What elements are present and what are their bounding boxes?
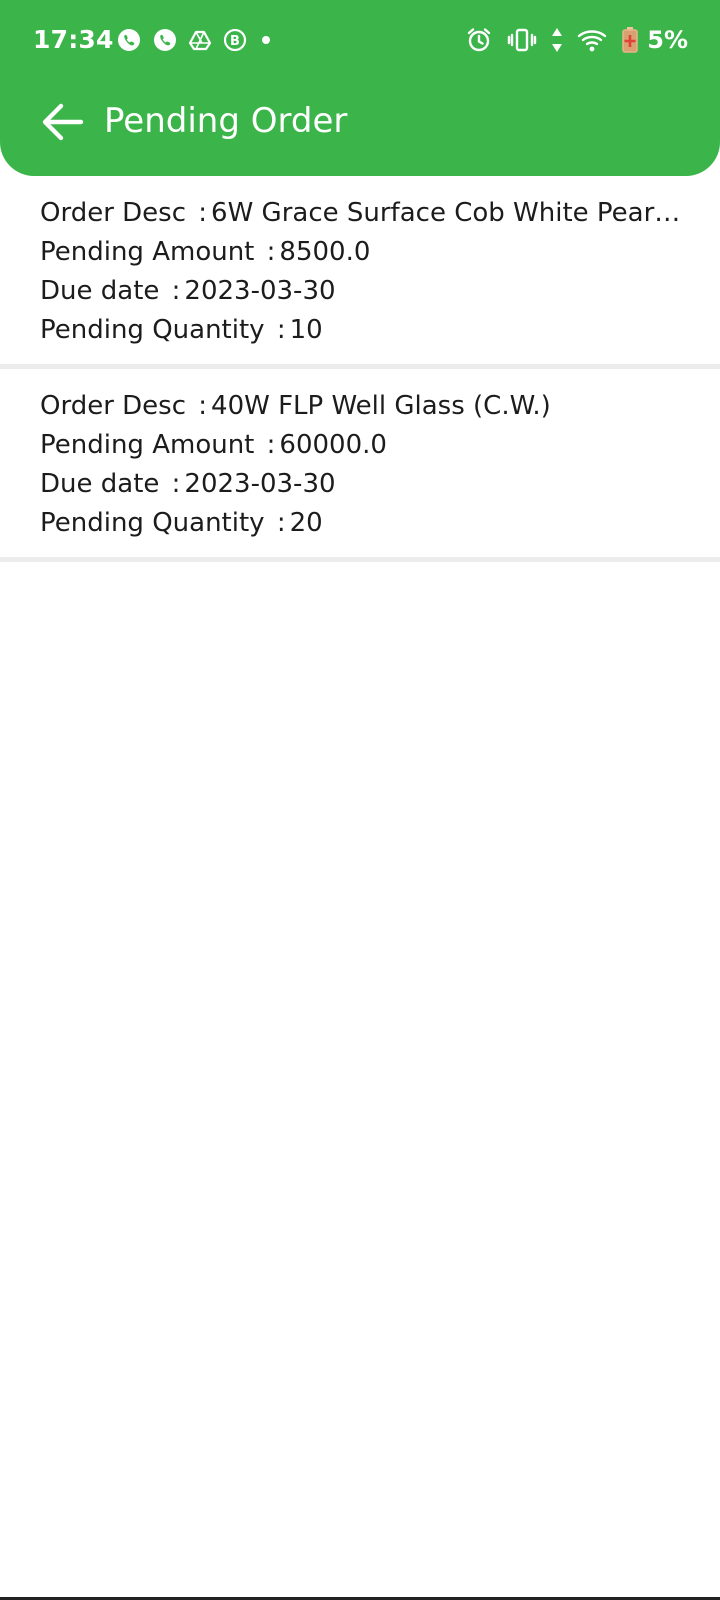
dot-icon [258, 32, 274, 48]
drive-icon [188, 28, 212, 52]
due-date-value: 2023-03-30 [184, 276, 336, 306]
notification-icons: B [116, 26, 274, 54]
page-title: Pending Order [104, 101, 348, 141]
pending-amount-label: Pending Amount [40, 237, 255, 267]
status-time: 17:34 [33, 25, 114, 54]
data-arrows-icon [551, 27, 563, 53]
pending-quantity-row: Pending Quantity :20 [40, 504, 682, 543]
pending-quantity-label: Pending Quantity [40, 508, 265, 538]
pending-amount-label: Pending Amount [40, 430, 255, 460]
separator: : [266, 237, 276, 267]
separator: : [276, 315, 286, 345]
arrow-left-icon [39, 99, 85, 145]
separator: : [276, 508, 286, 538]
pending-quantity-label: Pending Quantity [40, 315, 265, 345]
pending-amount-value: 60000.0 [279, 430, 387, 460]
separator: : [266, 430, 276, 460]
pending-amount-row: Pending Amount :60000.0 [40, 426, 682, 465]
due-date-label: Due date [40, 276, 160, 306]
alarm-icon [465, 26, 493, 54]
svg-text:B: B [230, 34, 240, 49]
due-date-row: Due date :2023-03-30 [40, 272, 682, 311]
battery-low-icon [621, 26, 639, 54]
back-button[interactable] [30, 90, 94, 154]
pending-quantity-row: Pending Quantity :10 [40, 311, 682, 350]
order-desc-value: 40W FLP Well Glass (C.W.) [211, 391, 551, 421]
order-desc-row: Order Desc :6W Grace Surface Cob White P… [40, 194, 682, 233]
pending-quantity-value: 20 [289, 508, 323, 538]
order-card[interactable]: Order Desc :40W FLP Well Glass (C.W.) Pe… [0, 369, 720, 562]
pending-order-list: Order Desc :6W Grace Surface Cob White P… [0, 176, 720, 562]
battery-percent: 5% [647, 26, 688, 54]
order-desc-label: Order Desc [40, 198, 187, 228]
whatsapp-business-icon: B [222, 27, 248, 53]
toolbar: Pending Order [0, 80, 720, 176]
vibrate-icon [507, 26, 537, 54]
due-date-row: Due date :2023-03-30 [40, 465, 682, 504]
due-date-value: 2023-03-30 [184, 469, 336, 499]
separator: : [198, 198, 208, 228]
separator: : [171, 469, 181, 499]
order-desc-value: 6W Grace Surface Cob White Pearl... [211, 198, 682, 228]
system-icons: 5% [465, 24, 688, 56]
separator: : [171, 276, 181, 306]
pending-quantity-value: 10 [289, 315, 323, 345]
wifi-icon [577, 27, 607, 53]
app-bar: 17:34 B 5% Pending Order [0, 0, 720, 176]
order-card[interactable]: Order Desc :6W Grace Surface Cob White P… [0, 176, 720, 369]
order-desc-row: Order Desc :40W FLP Well Glass (C.W.) [40, 387, 682, 426]
pending-amount-row: Pending Amount :8500.0 [40, 233, 682, 272]
status-bar: 17:34 B 5% [0, 0, 720, 80]
order-desc-label: Order Desc [40, 391, 187, 421]
pending-amount-value: 8500.0 [279, 237, 371, 267]
separator: : [198, 391, 208, 421]
due-date-label: Due date [40, 469, 160, 499]
whatsapp-icon [152, 27, 178, 53]
whatsapp-icon [116, 27, 142, 53]
